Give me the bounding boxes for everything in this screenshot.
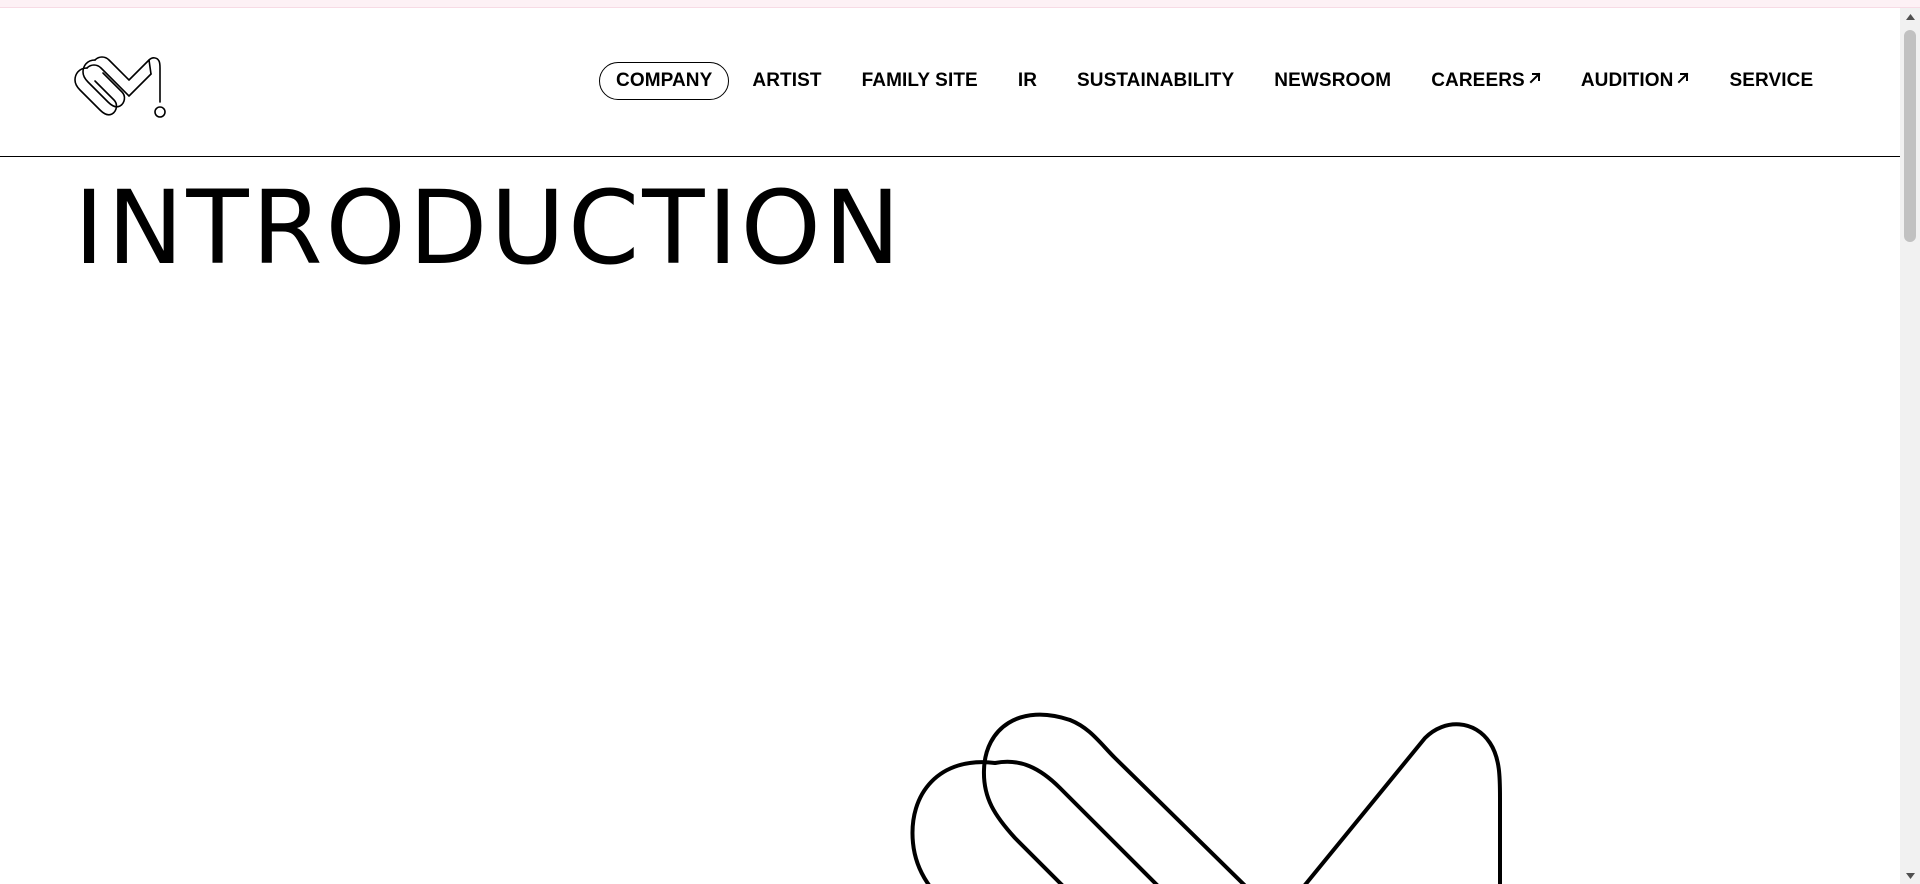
- scroll-up-button[interactable]: [1900, 8, 1920, 25]
- nav-sustainability[interactable]: SUSTAINABILITY: [1060, 62, 1251, 100]
- nav-sustainability-label: SUSTAINABILITY: [1077, 70, 1235, 91]
- nav-ir-label: IR: [1017, 70, 1038, 91]
- nav-audition[interactable]: AUDITION: [1564, 62, 1707, 100]
- nav-family-site[interactable]: FAMILY SITE: [845, 62, 995, 100]
- nav-artist[interactable]: ARTIST: [735, 62, 838, 100]
- nav-audition-label: AUDITION: [1580, 70, 1674, 91]
- chevron-up-icon: [1905, 13, 1915, 20]
- page-title: INTRODUCTION: [74, 169, 904, 288]
- chevron-down-icon: [1905, 872, 1915, 879]
- page: COMPANY ARTIST FAMILY SITE IR SUSTAINABI…: [0, 8, 1900, 884]
- arrow-up-right-icon: [1677, 72, 1689, 84]
- nav-family-site-label: FAMILY SITE: [861, 70, 978, 91]
- nav-artist-label: ARTIST: [752, 70, 822, 91]
- sm-logo[interactable]: [73, 46, 179, 124]
- browser-viewport: COMPANY ARTIST FAMILY SITE IR SUSTAINABI…: [0, 0, 1920, 884]
- scrollbar-thumb[interactable]: [1904, 30, 1916, 242]
- nav-careers-label: CAREERS: [1431, 70, 1525, 91]
- nav-company-label: COMPANY: [616, 70, 713, 91]
- nav-newsroom-label: NEWSROOM: [1274, 70, 1392, 91]
- vertical-scrollbar[interactable]: [1900, 8, 1920, 884]
- main-nav: COMPANY ARTIST FAMILY SITE IR SUSTAINABI…: [599, 60, 1836, 102]
- arrow-up-right-icon: [1529, 72, 1541, 84]
- nav-company[interactable]: COMPANY: [599, 62, 730, 100]
- top-strip: [0, 0, 1920, 8]
- sm-logo-outline: [900, 698, 1540, 884]
- site-header: COMPANY ARTIST FAMILY SITE IR SUSTAINABI…: [0, 8, 1900, 157]
- nav-newsroom[interactable]: NEWSROOM: [1257, 62, 1408, 100]
- nav-service-label: SERVICE: [1729, 70, 1814, 91]
- nav-service[interactable]: SERVICE: [1712, 62, 1830, 100]
- scroll-down-button[interactable]: [1900, 867, 1920, 884]
- nav-careers[interactable]: CAREERS: [1414, 62, 1558, 100]
- nav-ir[interactable]: IR: [1001, 62, 1054, 100]
